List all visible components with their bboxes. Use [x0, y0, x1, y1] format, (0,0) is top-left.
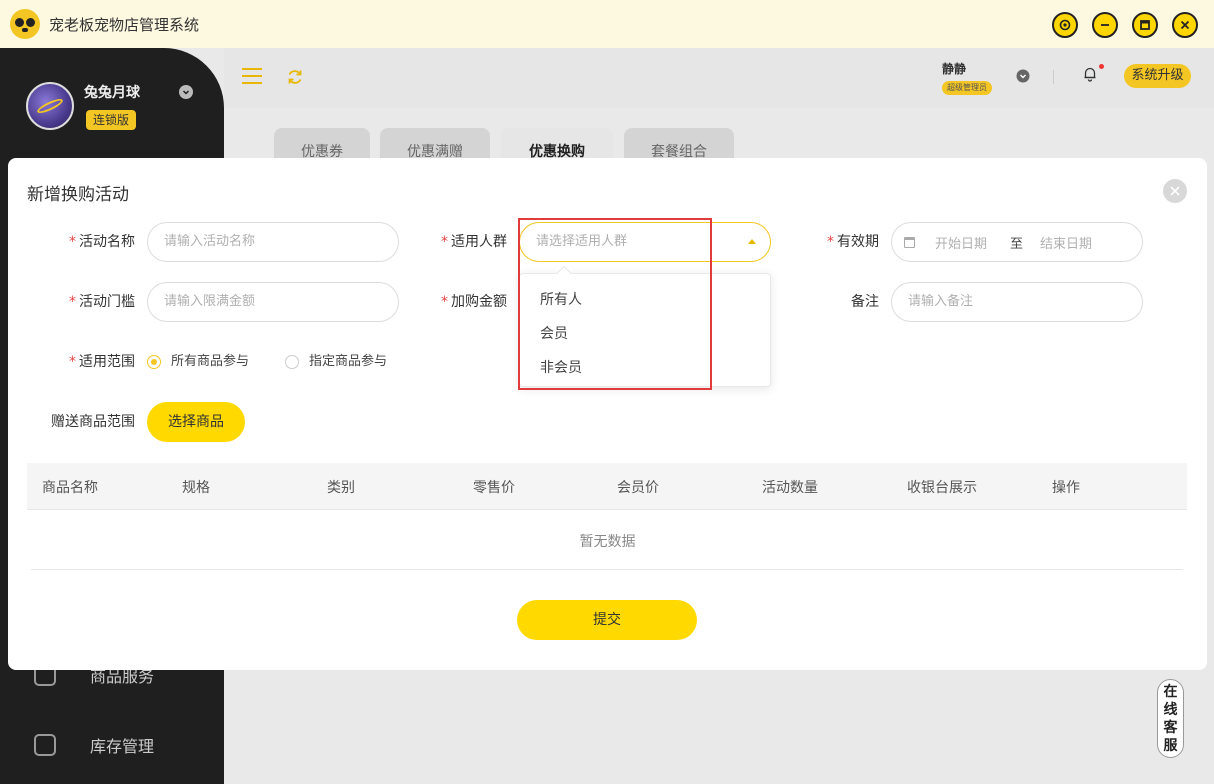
gift-scope-label: 赠送商品范围: [51, 414, 135, 430]
close-button[interactable]: [1172, 12, 1198, 38]
app-logo-icon: [10, 9, 40, 39]
user-chevron-down-icon[interactable]: [179, 85, 193, 99]
close-icon: [1170, 186, 1180, 196]
threshold-input[interactable]: 请输入限满金额: [147, 282, 399, 322]
online-service-button[interactable]: 在线客服: [1157, 679, 1184, 758]
modal-close-button[interactable]: [1163, 179, 1187, 203]
scope-all-radio[interactable]: [147, 355, 161, 369]
maximize-button[interactable]: [1132, 12, 1158, 38]
admin-chevron-down-icon[interactable]: [1016, 69, 1030, 83]
scope-specific-radio[interactable]: [285, 355, 299, 369]
validity-label: * 有效期: [827, 234, 879, 250]
column-header: 商品名称: [42, 480, 98, 496]
start-date-input[interactable]: 开始日期: [935, 233, 987, 252]
column-header: 类别: [327, 480, 355, 496]
notification-dot: [1099, 64, 1104, 69]
add-exchange-modal: 新增换购活动 * 活动名称 请输入活动名称 * 适用人群 请选择适用人群 * 有效期 …: [8, 158, 1207, 670]
avatar[interactable]: [26, 82, 74, 130]
bell-icon[interactable]: [1082, 66, 1098, 82]
header-divider: [1053, 70, 1054, 84]
add-amount-label: * 加购金额: [441, 294, 507, 310]
remark-input[interactable]: 请输入备注: [891, 282, 1143, 322]
activity-name-label: * 活动名称: [69, 234, 135, 250]
box-icon: [34, 734, 56, 756]
column-header: 操作: [1052, 480, 1080, 496]
menu-icon[interactable]: [242, 68, 262, 84]
threshold-label: * 活动门槛: [69, 294, 135, 310]
admin-name: 静静: [942, 62, 967, 76]
calendar-icon: [904, 237, 915, 248]
caret-up-icon: [748, 239, 756, 244]
column-header: 规格: [182, 480, 210, 496]
highlight-box: [518, 218, 712, 390]
target-icon: [1059, 19, 1071, 31]
user-name: 兔兔月球: [84, 85, 140, 101]
column-header: 活动数量: [762, 480, 818, 496]
maximize-icon: [1140, 20, 1150, 30]
sidebar-item-label: 库存管理: [90, 737, 155, 756]
column-header: 收银台展示: [907, 480, 977, 496]
main-header: 静静 超级管理员 系统升级: [224, 48, 1214, 108]
audience-label: * 适用人群: [441, 234, 507, 250]
minimize-icon: [1101, 24, 1109, 26]
table-empty-text: 暂无数据: [579, 534, 636, 550]
column-header: 会员价: [617, 480, 659, 496]
activity-name-input[interactable]: 请输入活动名称: [147, 222, 399, 262]
select-goods-button[interactable]: 选择商品: [147, 402, 245, 442]
system-upgrade-button[interactable]: 系统升级: [1124, 64, 1191, 88]
minimize-button[interactable]: [1092, 12, 1118, 38]
scope-specific-label[interactable]: 指定商品参与: [309, 352, 387, 372]
remark-label: 备注: [851, 294, 879, 310]
refresh-icon[interactable]: [286, 68, 304, 86]
scope-all-label[interactable]: 所有商品参与: [171, 352, 249, 372]
admin-role-badge: 超级管理员: [942, 81, 992, 95]
date-separator: 至: [1010, 237, 1024, 252]
column-header: 零售价: [473, 480, 515, 496]
close-icon: [1180, 20, 1190, 30]
title-bar: 宠老板宠物店管理系统: [0, 0, 1214, 48]
modal-title: 新增换购活动: [27, 185, 129, 205]
table-divider: [31, 569, 1183, 570]
sidebar-item-inventory[interactable]: 库存管理: [34, 730, 154, 760]
end-date-input[interactable]: 结束日期: [1040, 233, 1092, 252]
edition-badge: 连锁版: [86, 110, 137, 130]
app-title: 宠老板宠物店管理系统: [49, 15, 200, 34]
goods-table-header: 商品名称 规格 类别 零售价 会员价 活动数量 收银台展示 操作: [27, 463, 1187, 510]
scope-label: * 适用范围: [69, 354, 135, 370]
settings-window-button[interactable]: [1052, 12, 1078, 38]
submit-button[interactable]: 提交: [517, 600, 697, 640]
window-controls: [1052, 12, 1198, 38]
validity-date-range[interactable]: 开始日期 至 结束日期: [891, 222, 1143, 262]
